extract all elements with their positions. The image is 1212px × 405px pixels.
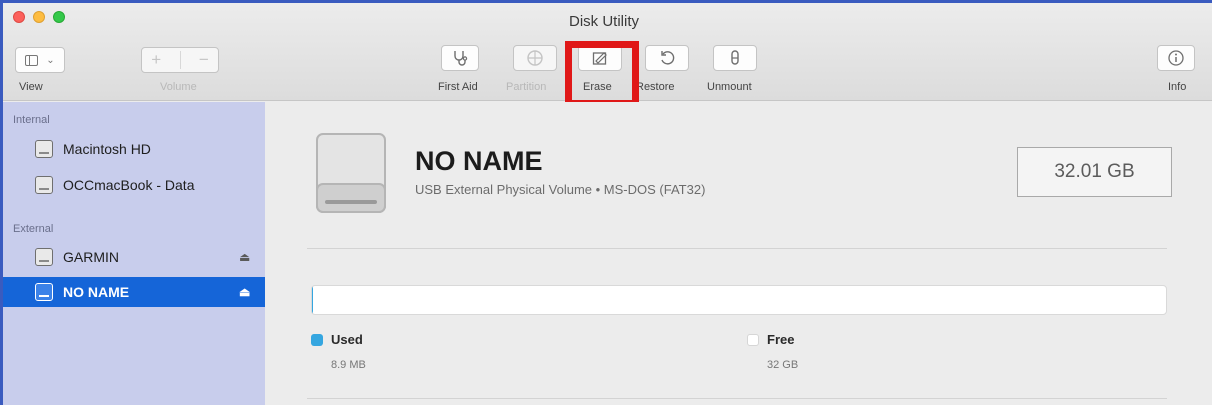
restore-button[interactable] bbox=[645, 45, 689, 71]
internal-disk-icon bbox=[35, 176, 53, 194]
sidebar-item-label: NO NAME bbox=[63, 284, 130, 300]
volume-segmented-control[interactable]: + − bbox=[141, 47, 219, 73]
sidebar-item-occmacbook-data[interactable]: OCCmacBook - Data bbox=[3, 170, 265, 200]
volume-name: NO NAME bbox=[415, 146, 543, 176]
used-label: Used bbox=[331, 332, 363, 347]
free-legend-swatch bbox=[747, 334, 759, 346]
internal-disk-icon bbox=[35, 140, 53, 158]
used-value: 8.9 MB bbox=[331, 359, 366, 371]
chevron-down-icon: ⌄ bbox=[46, 54, 55, 66]
free-value: 32 GB bbox=[767, 359, 799, 371]
unmount-button[interactable] bbox=[713, 45, 757, 71]
eject-icon[interactable]: ⏏ bbox=[239, 285, 250, 299]
divider bbox=[307, 398, 1167, 399]
sidebar-item-garmin[interactable]: GARMIN ⏏ bbox=[3, 242, 265, 272]
used-legend-swatch bbox=[311, 334, 323, 346]
info-icon bbox=[1168, 50, 1184, 66]
volume-detail-pane: NO NAME USB External Physical Volume • M… bbox=[265, 102, 1212, 405]
divider bbox=[307, 248, 1167, 249]
partition-label: Partition bbox=[506, 81, 547, 93]
unmount-icon bbox=[731, 50, 739, 65]
usage-bar bbox=[311, 285, 1167, 315]
first-aid-button[interactable] bbox=[441, 45, 479, 71]
sidebar-item-macintosh-hd[interactable]: Macintosh HD bbox=[3, 134, 265, 164]
sidebar: Internal Macintosh HD OCCmacBook - Data … bbox=[3, 102, 265, 405]
unmount-label: Unmount bbox=[707, 81, 752, 93]
external-disk-icon bbox=[35, 248, 53, 266]
window-title: Disk Utility bbox=[569, 13, 639, 30]
close-window-button[interactable] bbox=[13, 11, 25, 23]
restore-icon bbox=[661, 51, 675, 65]
sidebar-heading-internal: Internal bbox=[13, 114, 50, 126]
eject-icon[interactable]: ⏏ bbox=[239, 250, 250, 264]
external-disk-icon bbox=[35, 283, 53, 301]
capacity-box: 32.01 GB bbox=[1017, 147, 1172, 197]
info-button[interactable] bbox=[1157, 45, 1195, 71]
first-aid-label: First Aid bbox=[438, 81, 478, 93]
external-drive-icon bbox=[316, 133, 386, 213]
view-button[interactable]: ⌄ bbox=[15, 47, 65, 73]
minimize-window-button[interactable] bbox=[33, 11, 45, 23]
stethoscope-icon bbox=[454, 51, 468, 66]
plus-icon[interactable]: + bbox=[151, 50, 161, 70]
sidebar-item-label: GARMIN bbox=[63, 249, 119, 265]
partition-button[interactable] bbox=[513, 45, 557, 71]
view-label: View bbox=[19, 81, 43, 93]
erase-highlight-box bbox=[565, 41, 639, 107]
sidebar-item-no-name[interactable]: NO NAME ⏏ bbox=[3, 277, 265, 307]
segment-divider bbox=[179, 51, 181, 69]
zoom-window-button[interactable] bbox=[53, 11, 65, 23]
minus-icon[interactable]: − bbox=[199, 50, 209, 70]
volume-description: USB External Physical Volume • MS-DOS (F… bbox=[415, 182, 706, 197]
info-label: Info bbox=[1168, 81, 1187, 93]
restore-label: Restore bbox=[636, 81, 675, 93]
free-label: Free bbox=[767, 332, 795, 347]
sidebar-item-label: OCCmacBook - Data bbox=[63, 177, 195, 193]
sidebar-heading-external: External bbox=[13, 223, 54, 235]
volume-label: Volume bbox=[160, 81, 197, 93]
disk-utility-window: Disk Utility ⌄ View + − Volume First Aid bbox=[0, 0, 1212, 405]
sidebar-toggle-icon bbox=[25, 54, 39, 66]
partition-pie-icon bbox=[527, 50, 543, 66]
sidebar-item-label: Macintosh HD bbox=[63, 141, 151, 157]
